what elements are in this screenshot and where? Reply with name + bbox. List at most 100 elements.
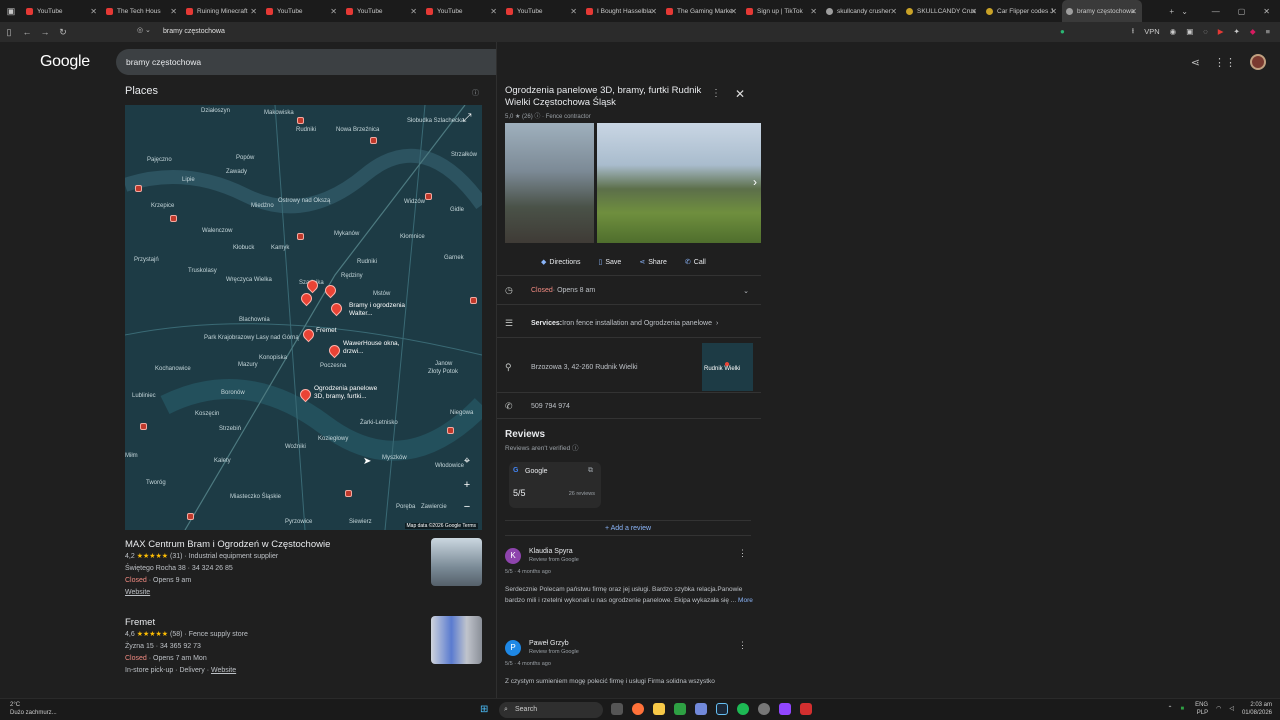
place-name[interactable]: MAX Centrum Bram i Ogrodzeń w Częstochow… — [125, 538, 482, 551]
browser-tab[interactable]: skullcandy crusher ✕ — [822, 0, 902, 22]
share-page-icon[interactable]: ⋖ — [1191, 56, 1200, 69]
poi-marker-icon[interactable] — [297, 233, 304, 240]
poi-marker-icon[interactable] — [170, 215, 177, 222]
profile-icon[interactable]: ◌ — [1203, 27, 1207, 36]
external-link-icon[interactable]: ⧉ — [588, 467, 593, 475]
firefox-icon[interactable] — [632, 703, 644, 715]
photo-1[interactable] — [505, 123, 594, 243]
reviewer-avatar[interactable]: K — [505, 548, 521, 564]
browser-tab[interactable]: Car Flipper codes J ✕ — [982, 0, 1062, 22]
apps-grid-icon[interactable]: ⋮⋮ — [1214, 56, 1236, 69]
browser-tab[interactable]: Sign up | TikTok ✕ — [742, 0, 822, 22]
app-icon[interactable] — [674, 703, 686, 715]
map-pin-label[interactable]: Bramy i ogrodzenia Walter... — [349, 302, 419, 317]
close-tab-icon[interactable]: ✕ — [810, 7, 817, 16]
place-thumbnail[interactable] — [431, 616, 482, 664]
puzzle-icon[interactable]: ✦ — [1234, 27, 1240, 36]
add-review-button[interactable]: + Add a review — [505, 520, 751, 536]
wallet-icon[interactable]: ▣ — [1186, 27, 1193, 36]
phone-row[interactable]: ✆ 509 794 974 — [505, 401, 755, 412]
browser-tab[interactable]: I Bought Hasselbla ✕ — [582, 0, 662, 22]
share-button[interactable]: ⋖ Share — [633, 255, 673, 269]
site-info-icon[interactable]: ◎ ⌄ — [137, 26, 151, 34]
app-icon[interactable] — [695, 703, 707, 715]
steam-icon[interactable] — [716, 703, 728, 715]
close-tab-icon[interactable]: ✕ — [730, 7, 737, 16]
browser-tab[interactable]: The Tech Hous ✕ — [102, 0, 182, 22]
extension-icon[interactable]: ◉ — [1170, 27, 1177, 36]
website-link[interactable]: Website — [211, 667, 236, 674]
tray-icon[interactable]: ■ — [1180, 705, 1184, 713]
zoom-in-button[interactable]: + — [458, 476, 476, 494]
close-tab-icon[interactable]: ✕ — [250, 7, 257, 16]
tab-list-icon[interactable]: ⌄ — [1181, 7, 1188, 16]
place-name[interactable]: Fremet — [125, 616, 482, 629]
close-icon[interactable]: ✕ — [735, 87, 745, 101]
search-input[interactable]: bramy częstochowa — [126, 57, 201, 67]
poi-marker-icon[interactable] — [470, 297, 477, 304]
language-indicator[interactable]: ENG PLP — [1192, 701, 1208, 717]
map-pin-label[interactable]: Ogrodzenia panelowe 3D, bramy, furtki... — [314, 385, 384, 400]
maximize-button[interactable]: ▢ — [1238, 7, 1246, 16]
map-pin-label[interactable]: Fremet — [316, 327, 386, 335]
avatar[interactable] — [1250, 54, 1266, 70]
address-row[interactable]: ⚲ Brzozowa 3, 42-260 Rudnik Wielki ● Rud… — [505, 343, 755, 391]
reviews-verified-note[interactable]: Reviews aren't verified ⓘ — [505, 442, 579, 452]
browser-tab[interactable]: YouTube ✕ — [342, 0, 422, 22]
tab-actions-icon[interactable]: ▣ — [0, 6, 22, 17]
save-button[interactable]: ▯ Save — [593, 255, 628, 269]
back-button[interactable]: ← — [18, 27, 36, 37]
services-row[interactable]: ☰ Services: Iron fence installation and … — [505, 318, 755, 329]
taskbar-search[interactable]: ⌕ Search — [499, 702, 603, 718]
settings-icon[interactable] — [758, 703, 770, 715]
google-logo[interactable]: Google — [40, 53, 90, 71]
close-tab-icon[interactable]: ✕ — [90, 7, 97, 16]
reviewer-avatar[interactable]: P — [505, 640, 521, 656]
close-tab-icon[interactable]: ✕ — [330, 7, 337, 16]
close-tab-icon[interactable]: ✕ — [570, 7, 577, 16]
poi-marker-icon[interactable] — [140, 423, 147, 430]
volume-icon[interactable]: ◁ — [1229, 705, 1234, 713]
close-tab-icon[interactable]: ✕ — [970, 7, 977, 16]
more-link[interactable]: More — [738, 597, 753, 604]
photo-strip[interactable]: › — [505, 123, 761, 243]
close-tab-icon[interactable]: ✕ — [170, 7, 177, 16]
browser-tab[interactable]: SKULLCANDY Crus ✕ — [902, 0, 982, 22]
youtube-ext-icon[interactable]: ▶ — [1218, 27, 1224, 36]
close-tab-icon[interactable]: ✕ — [1130, 7, 1137, 16]
browser-tab[interactable]: YouTube ✕ — [262, 0, 342, 22]
review-more-icon[interactable]: ⋮ — [738, 548, 747, 559]
zoom-out-button[interactable]: − — [458, 498, 476, 516]
close-tab-icon[interactable]: ✕ — [1050, 7, 1057, 16]
weather-widget[interactable]: 2°C Dużo zachmurz... — [10, 701, 57, 717]
wifi-icon[interactable]: ◠ — [1216, 705, 1221, 713]
reload-button[interactable]: ↻ — [54, 27, 72, 38]
sync-icon[interactable]: ● — [1060, 27, 1065, 36]
browser-tab[interactable]: bramy częstochowa ✕ — [1062, 0, 1142, 22]
task-view-icon[interactable] — [611, 703, 623, 715]
spotify-icon[interactable] — [737, 703, 749, 715]
photo-2[interactable] — [597, 123, 761, 243]
poi-marker-icon[interactable] — [447, 427, 454, 434]
browser-tab[interactable]: YouTube ✕ — [502, 0, 582, 22]
chevron-right-icon[interactable]: › — [753, 175, 757, 189]
file-explorer-icon[interactable] — [653, 703, 665, 715]
close-tab-icon[interactable]: ✕ — [650, 7, 657, 16]
place-result-max[interactable]: MAX Centrum Bram i Ogrodzeń w Częstochow… — [125, 538, 482, 598]
place-result-fremet[interactable]: Fremet 4,6 ★★★★★ (58) · Fence supply sto… — [125, 616, 482, 676]
call-button[interactable]: ✆ Call — [679, 255, 712, 269]
vpn-button[interactable]: VPN — [1144, 27, 1159, 36]
poi-marker-icon[interactable] — [135, 185, 142, 192]
google-review-source-card[interactable]: G Google ⧉ 5/5 26 reviews — [509, 462, 601, 508]
download-icon[interactable]: ⭳ — [1132, 25, 1135, 38]
website-link[interactable]: Website — [125, 587, 482, 599]
extension-2-icon[interactable]: ◆ — [1250, 27, 1256, 36]
minimize-button[interactable]: — — [1212, 7, 1220, 16]
directions-button[interactable]: ◆ Directions — [535, 255, 587, 269]
browser-tab[interactable]: YouTube ✕ — [22, 0, 102, 22]
poi-marker-icon[interactable] — [187, 513, 194, 520]
sidebar-toggle-icon[interactable]: ▯ — [0, 27, 18, 38]
url-field[interactable]: bramy częstochowa — [163, 28, 225, 35]
browser-tab[interactable]: Ruining Minecraft ✕ — [182, 0, 262, 22]
clock[interactable]: 2:03 am 01/08/2026 — [1242, 701, 1272, 717]
